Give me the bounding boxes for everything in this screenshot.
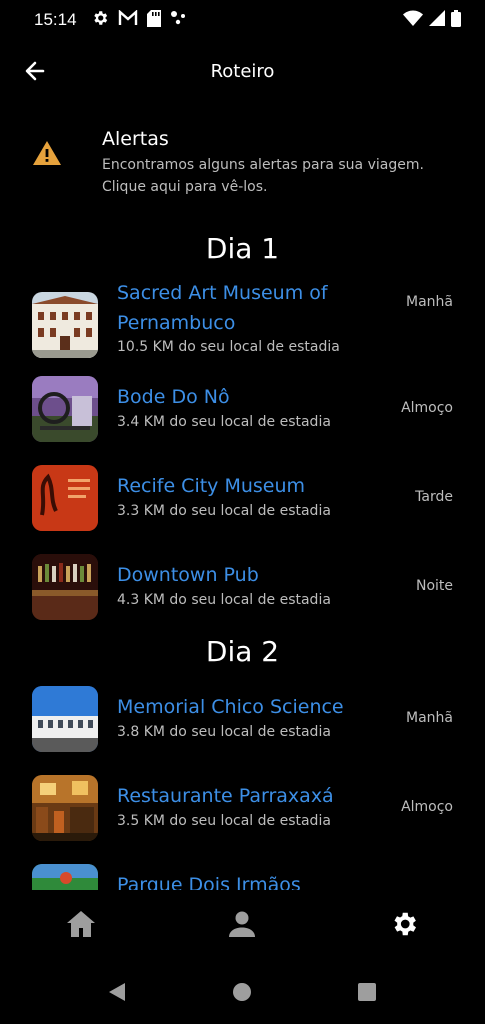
gear-icon <box>91 9 109 31</box>
alerts-card[interactable]: Alertas Encontramos alguns alertas para … <box>0 120 485 208</box>
place-distance: 3.8 KM do seu local de estadia <box>117 724 331 740</box>
place-thumbnail <box>32 376 98 442</box>
triangle-back-icon <box>107 982 127 1006</box>
place-thumbnail <box>32 292 98 358</box>
place-period: Manhã <box>406 710 453 726</box>
circle-home-icon <box>232 982 252 1006</box>
status-icons-right <box>403 9 461 31</box>
system-back-button[interactable] <box>105 982 129 1006</box>
place-name: Bode Do Nô <box>117 386 230 408</box>
place-row[interactable]: Downtown Pub 4.3 KM do seu local de esta… <box>0 554 485 624</box>
place-distance: 10.5 KM do seu local de estadia <box>117 339 340 355</box>
place-period: Manhã <box>406 294 453 310</box>
place-distance: 3.4 KM do seu local de estadia <box>117 414 331 430</box>
place-name: Recife City Museum <box>117 475 306 497</box>
place-row[interactable]: Restaurante Parraxaxá 3.5 KM do seu loca… <box>0 775 485 845</box>
home-icon <box>66 910 96 942</box>
app-bar: Roteiro <box>0 48 485 98</box>
place-thumbnail <box>32 686 98 752</box>
page-title: Roteiro <box>210 61 275 82</box>
system-recents-button[interactable] <box>355 982 379 1006</box>
alerts-text-line1: Encontramos alguns alertas para sua viag… <box>102 157 424 173</box>
settings-icon <box>389 909 419 943</box>
nav-home[interactable] <box>61 906 101 946</box>
system-home-button[interactable] <box>230 982 254 1006</box>
place-period: Noite <box>415 578 453 594</box>
wifi-icon <box>403 10 423 30</box>
battery-icon <box>451 9 461 31</box>
place-period: Almoço <box>401 799 453 815</box>
place-distance: 4.3 KM do seu local de estadia <box>117 592 331 608</box>
place-thumbnail <box>32 554 98 620</box>
place-row[interactable]: Recife City Museum 3.3 KM do seu local d… <box>0 465 485 535</box>
place-row[interactable]: Bode Do Nô 3.4 KM do seu local de estadi… <box>0 376 485 446</box>
day-title: Dia 1 <box>205 232 280 265</box>
place-thumbnail <box>32 775 98 841</box>
status-time: 15:14 <box>34 10 77 29</box>
place-period: Tarde <box>415 489 453 505</box>
bottom-nav <box>0 890 485 962</box>
place-name: Sacred Art Museum of Pernambuco <box>117 278 387 338</box>
system-nav-bar <box>0 962 485 1024</box>
place-distance: 3.3 KM do seu local de estadia <box>117 503 331 519</box>
place-name-line2: Pernambuco <box>117 312 236 334</box>
place-row[interactable]: Memorial Chico Science 3.8 KM do seu loc… <box>0 686 485 756</box>
gmail-icon <box>118 9 138 30</box>
alerts-text-line2: Clique aqui para vê-los. <box>102 179 268 195</box>
nav-profile[interactable] <box>222 906 262 946</box>
dots-icon <box>170 10 188 30</box>
place-thumbnail <box>32 465 98 531</box>
day-title: Dia 2 <box>205 635 280 668</box>
alerts-text: Encontramos alguns alertas para sua viag… <box>102 154 462 198</box>
signal-icon <box>429 10 445 30</box>
status-icons-left <box>91 9 188 31</box>
square-recents-icon <box>357 982 377 1006</box>
place-distance: 3.5 KM do seu local de estadia <box>117 813 331 829</box>
place-name: Downtown Pub <box>117 564 259 586</box>
person-icon <box>228 910 256 942</box>
alerts-title: Alertas <box>102 128 169 150</box>
sd-card-icon <box>146 9 161 31</box>
place-row[interactable]: Sacred Art Museum of Pernambuco 10.5 KM … <box>0 278 485 358</box>
place-name: Restaurante Parraxaxá <box>117 785 334 807</box>
place-name: Memorial Chico Science <box>117 696 344 718</box>
status-bar: 15:14 <box>0 0 485 40</box>
place-period: Almoço <box>401 400 453 416</box>
nav-settings[interactable] <box>384 906 424 946</box>
place-name-line1: Sacred Art Museum of <box>117 282 328 304</box>
warning-icon <box>32 140 62 170</box>
